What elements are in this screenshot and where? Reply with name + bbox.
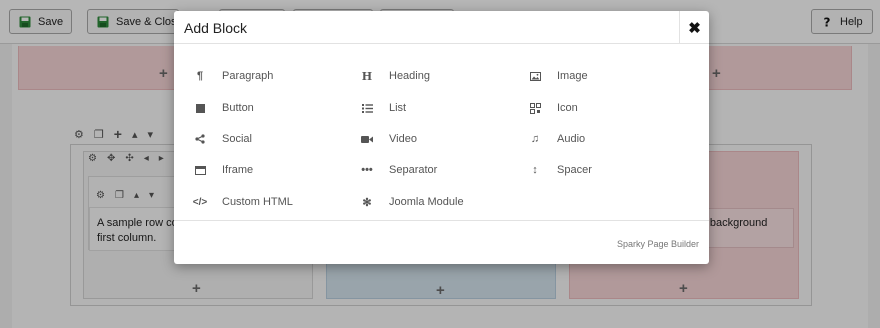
block-label: Joomla Module	[389, 196, 464, 208]
heading-icon: H	[361, 69, 373, 83]
block-label: Audio	[557, 133, 586, 145]
block-label: Social	[222, 133, 252, 145]
modal-footer: Sparky Page Builder	[174, 220, 709, 264]
block-paragraph[interactable]: ¶ Paragraph	[194, 66, 273, 86]
block-label: Spacer	[557, 164, 592, 176]
share-icon	[194, 133, 206, 145]
block-list[interactable]: List	[361, 98, 406, 118]
close-icon: ✖	[688, 19, 701, 37]
dots-icon: •••	[361, 164, 373, 176]
list-icon	[361, 102, 373, 114]
block-audio[interactable]: ♫ Audio	[529, 129, 585, 149]
block-iframe[interactable]: Iframe	[194, 160, 253, 180]
block-heading[interactable]: H Heading	[361, 66, 430, 86]
block-social[interactable]: Social	[194, 129, 252, 149]
video-icon	[361, 133, 373, 145]
block-label: Heading	[389, 70, 430, 82]
icon-icon	[529, 102, 541, 114]
paragraph-icon: ¶	[196, 70, 204, 82]
block-grid: ¶ Paragraph H Heading Image Button List	[174, 44, 709, 221]
block-label: Custom HTML	[222, 196, 293, 208]
button-icon	[194, 102, 206, 114]
block-label: Icon	[557, 102, 578, 114]
code-icon: </>	[192, 196, 208, 208]
block-label: Video	[389, 133, 417, 145]
block-video[interactable]: Video	[361, 129, 417, 149]
block-label: Paragraph	[222, 70, 274, 82]
music-icon: ♫	[530, 133, 540, 145]
block-label: List	[389, 102, 407, 114]
add-block-modal: Add Block ✖ ¶ Paragraph H Heading Image …	[174, 11, 709, 264]
close-button[interactable]: ✖	[679, 11, 709, 44]
modal-header: Add Block ✖	[174, 11, 709, 44]
vertical-arrows-icon: ↕	[532, 164, 538, 176]
iframe-icon	[194, 164, 206, 176]
block-spacer[interactable]: ↕ Spacer	[529, 160, 592, 180]
block-button[interactable]: Button	[194, 98, 254, 118]
block-icon[interactable]: Icon	[529, 98, 578, 118]
block-custom-html[interactable]: </> Custom HTML	[192, 192, 293, 212]
image-icon	[529, 70, 541, 82]
block-label: Iframe	[222, 164, 254, 176]
block-image[interactable]: Image	[529, 66, 588, 86]
block-separator[interactable]: ••• Separator	[361, 160, 437, 180]
modal-title: Add Block	[184, 20, 248, 36]
joomla-icon: ✻	[362, 196, 372, 209]
builder-credit: Sparky Page Builder	[616, 239, 699, 249]
block-label: Image	[557, 70, 588, 82]
block-label: Separator	[389, 164, 438, 176]
block-joomla-module[interactable]: ✻ Joomla Module	[361, 192, 464, 212]
block-label: Button	[222, 102, 254, 114]
